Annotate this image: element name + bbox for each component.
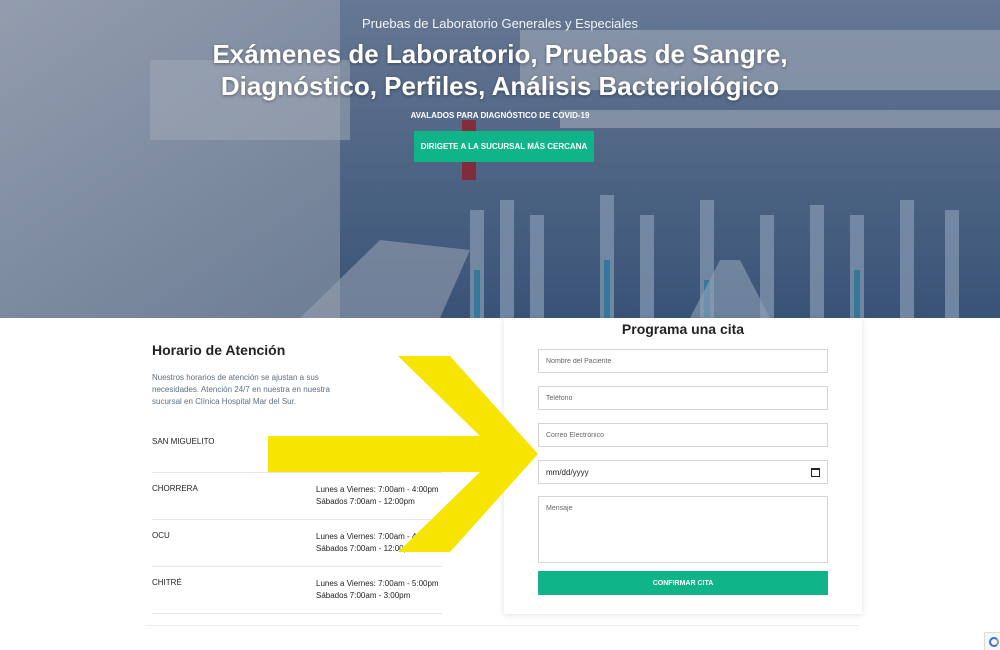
branch-name: CHORRERA (152, 484, 198, 493)
message-textarea[interactable] (538, 496, 828, 563)
confirm-appointment-button[interactable]: CONFIRMAR CITA (538, 571, 828, 595)
hero-subtitle: AVALADOS PARA DIAGNÓSTICO DE COVID-19 (410, 111, 590, 120)
branch-row: CHITRÉ Lunes a Viernes: 7:00am - 5:00pm … (152, 578, 442, 614)
branch-hours-saturday: Sábados 7:00am - 3:00pm (316, 591, 411, 600)
branch-name: SAN MIGUELITO (152, 437, 215, 446)
annotation-arrow-icon (268, 356, 538, 552)
phone-input[interactable] (538, 386, 828, 410)
patient-name-input[interactable] (538, 349, 828, 373)
hero-title: Exámenes de Laboratorio, Pruebas de Sang… (212, 39, 788, 101)
calendar-icon[interactable] (811, 467, 820, 477)
branch-hours-weekdays: Lunes a Viernes: 7:00am - 5:00pm (316, 579, 439, 588)
nearest-branch-button[interactable]: DIRIGETE A LA SUCURSAL MÁS CERCANA (414, 131, 594, 162)
date-input[interactable]: mm/dd/yyyy (538, 460, 828, 484)
recaptcha-badge[interactable] (984, 632, 1000, 650)
date-input-value: mm/dd/yyyy (546, 467, 589, 477)
hero-eyebrow: Pruebas de Laboratorio Generales y Espec… (361, 16, 639, 31)
email-input[interactable] (538, 423, 828, 447)
branch-hours: Lunes a Viernes: 7:00am - 5:00pm Sábados… (316, 578, 439, 602)
section-divider (145, 625, 860, 626)
branch-name: OCU (152, 531, 170, 540)
form-title: Programa una cita (621, 321, 745, 337)
branch-name: CHITRÉ (152, 578, 182, 587)
appointment-form: Programa una cita mm/dd/yyyy CONFIRMAR C… (504, 318, 862, 614)
hero-banner: Pruebas de Laboratorio Generales y Espec… (0, 0, 1000, 318)
recaptcha-icon (989, 637, 999, 647)
